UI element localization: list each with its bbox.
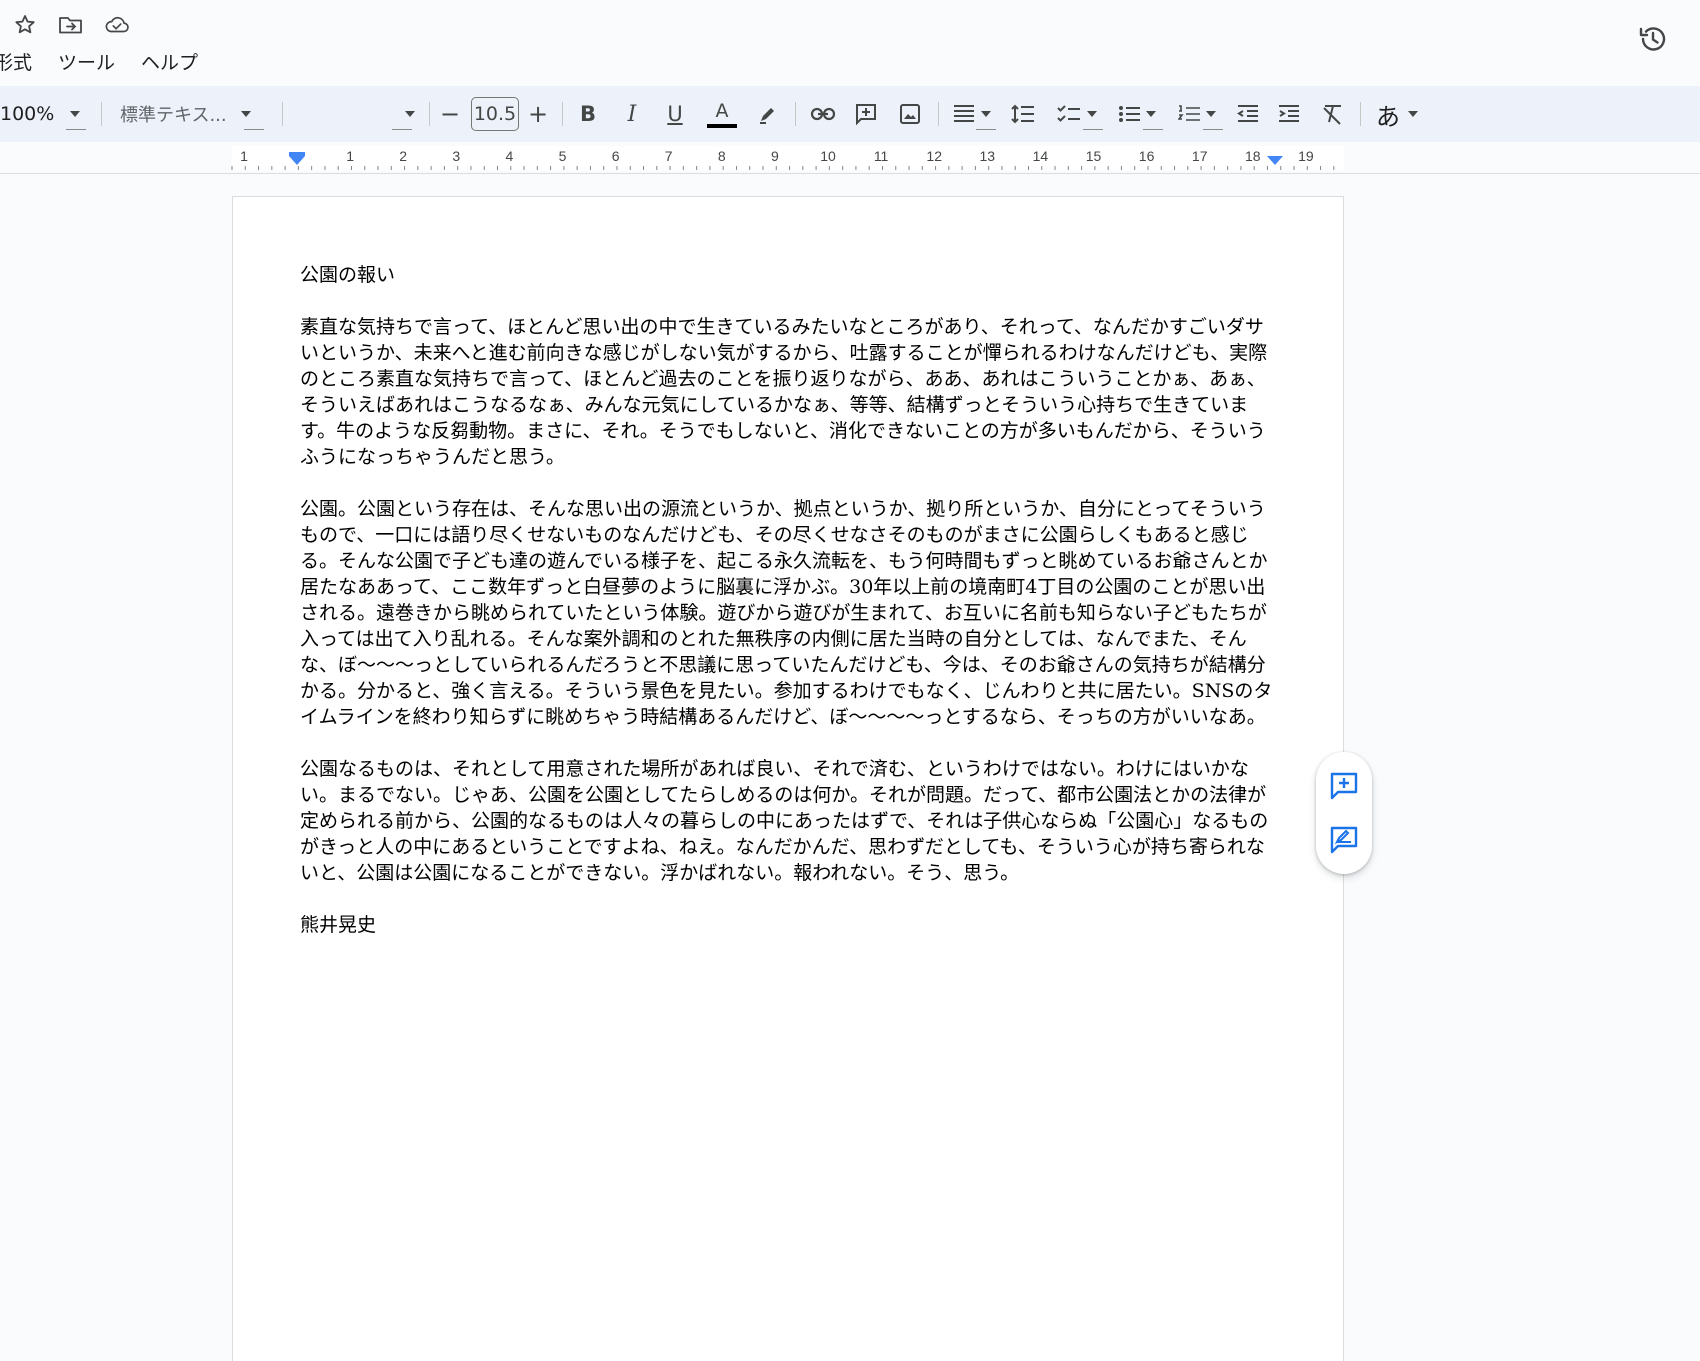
cloud-status-icon[interactable] xyxy=(104,12,130,38)
zoom-underline xyxy=(66,129,86,130)
floating-comment-panel xyxy=(1316,752,1372,874)
ruler-label: 11 xyxy=(874,148,889,164)
chevron-down-icon xyxy=(240,111,251,117)
numbered-list-select[interactable] xyxy=(1175,94,1219,134)
document-title: 公園の報い xyxy=(300,264,396,286)
ruler-label: 7 xyxy=(665,148,673,164)
input-tools-label: あ xyxy=(1376,102,1400,131)
title-icons xyxy=(12,12,130,38)
ruler-label: 12 xyxy=(926,148,942,164)
checklist-select[interactable] xyxy=(1055,94,1099,134)
ruler-label: 17 xyxy=(1192,148,1208,164)
divider xyxy=(562,102,563,126)
paragraph-3: 公園なるものは、それとして用意された場所があれば良い、それで済む、というわけでは… xyxy=(300,758,1269,884)
ruler-label: 2 xyxy=(399,148,407,164)
ruler-label: 19 xyxy=(1298,148,1314,164)
ruler-label: 14 xyxy=(1033,148,1049,164)
style-underline xyxy=(244,129,264,130)
first-line-indent-marker[interactable] xyxy=(289,152,305,156)
highlight-pen-icon[interactable] xyxy=(755,94,781,134)
insert-link-icon[interactable] xyxy=(808,94,838,134)
chevron-down-icon xyxy=(1146,111,1156,117)
add-comment-icon[interactable] xyxy=(851,94,881,134)
divider xyxy=(795,102,796,126)
font-family-select[interactable] xyxy=(300,94,415,134)
input-tools-select[interactable]: あ xyxy=(1372,94,1422,134)
bold-button[interactable]: B xyxy=(576,94,600,134)
divider xyxy=(938,102,939,126)
version-history-icon[interactable] xyxy=(1636,22,1670,56)
align-underline xyxy=(976,129,996,130)
ruler-label: 1 xyxy=(346,148,354,164)
ruler[interactable]: 1 1 2 3 4 5 6 7 8 9 10 11 12 13 14 15 16 17 18 19 xyxy=(0,142,1700,174)
suggest-edit-icon[interactable] xyxy=(1328,824,1360,856)
zoom-value: 100% xyxy=(0,103,55,125)
menu-bar: 形式 ツール ヘルプ xyxy=(0,48,224,75)
text-color-button[interactable]: A xyxy=(706,94,738,134)
decrease-indent-icon[interactable] xyxy=(1233,94,1263,134)
chevron-down-icon xyxy=(405,111,415,117)
italic-button[interactable]: I xyxy=(620,94,644,134)
ruler-label: 9 xyxy=(771,148,779,164)
ruler-label: 13 xyxy=(980,148,996,164)
paragraph-style-select[interactable]: 標準テキス... xyxy=(120,94,270,134)
text-color-label: A xyxy=(715,99,729,122)
chevron-down-icon xyxy=(70,111,81,117)
ruler-label: 16 xyxy=(1139,148,1155,164)
ruler-label: 3 xyxy=(452,148,460,164)
increase-indent-icon[interactable] xyxy=(1274,94,1304,134)
paragraph-style-value: 標準テキス... xyxy=(120,105,227,126)
ruler-label: 8 xyxy=(718,148,726,164)
chevron-down-icon xyxy=(1206,111,1216,117)
divider xyxy=(282,102,283,126)
author-name: 熊井晃史 xyxy=(300,914,377,936)
numbered-underline xyxy=(1203,129,1223,130)
divider xyxy=(429,102,430,126)
ruler-label: 15 xyxy=(1086,148,1102,164)
zoom-select[interactable]: 100% xyxy=(0,94,90,134)
line-spacing-icon[interactable] xyxy=(1008,94,1038,134)
text-color-swatch xyxy=(707,123,737,128)
chevron-down-icon xyxy=(1408,111,1418,117)
clear-formatting-icon[interactable] xyxy=(1318,94,1348,134)
ruler-label: 18 xyxy=(1245,148,1261,164)
divider xyxy=(1360,102,1361,126)
chevron-down-icon xyxy=(981,111,991,117)
move-folder-icon[interactable] xyxy=(58,12,84,38)
font-size-input[interactable]: 10.5 xyxy=(471,97,519,131)
bulleted-list-select[interactable] xyxy=(1115,94,1159,134)
underline-button[interactable]: U xyxy=(663,94,687,134)
increase-font-size-button[interactable]: + xyxy=(526,94,550,134)
ruler-label: 1 xyxy=(240,148,248,164)
ruler-label: 5 xyxy=(559,148,567,164)
ruler-scale: 1 1 2 3 4 5 6 7 8 9 10 11 12 13 14 15 16 17 18 19 xyxy=(231,146,1344,170)
align-select[interactable] xyxy=(950,94,994,134)
bullet-underline xyxy=(1143,129,1163,130)
chevron-down-icon xyxy=(1087,111,1097,117)
formatting-toolbar: 100% 標準テキス... − + B I U A あ xyxy=(0,86,1700,142)
star-icon[interactable] xyxy=(12,12,38,38)
paragraph-2: 公園。公園という存在は、そんな思い出の源流というか、拠点というか、拠り所というか… xyxy=(300,498,1273,728)
checklist-underline xyxy=(1083,129,1103,130)
insert-image-icon[interactable] xyxy=(895,94,925,134)
menu-help[interactable]: ヘルプ xyxy=(141,48,210,75)
menu-format[interactable]: 形式 xyxy=(0,48,44,75)
ruler-label: 6 xyxy=(612,148,620,164)
ruler-label: 10 xyxy=(820,148,836,164)
top-bar: 形式 ツール ヘルプ xyxy=(0,0,1700,86)
add-comment-icon[interactable] xyxy=(1328,770,1360,802)
menu-tools[interactable]: ツール xyxy=(58,48,127,75)
font-underline xyxy=(392,129,412,130)
ruler-label: 4 xyxy=(506,148,514,164)
decrease-font-size-button[interactable]: − xyxy=(438,94,462,134)
paragraph-1: 素直な気持ちで言って、ほとんど思い出の中で生きているみたいなところがあり、それっ… xyxy=(300,316,1268,468)
document-body[interactable]: 公園の報い 素直な気持ちで言って、ほとんど思い出の中で生きているみたいなところが… xyxy=(300,262,1280,964)
divider xyxy=(101,102,102,126)
